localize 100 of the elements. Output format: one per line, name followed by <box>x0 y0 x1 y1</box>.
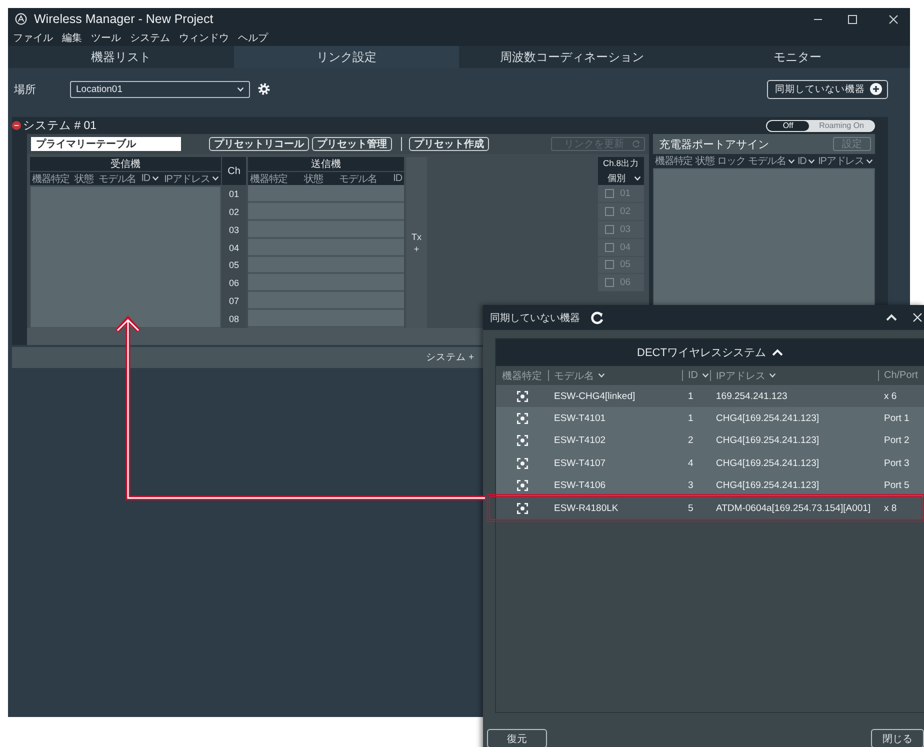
location-dropdown[interactable]: Location01 <box>70 80 250 98</box>
column-group-header: Ch.8出力 <box>603 158 639 170</box>
identify-icon[interactable] <box>516 480 528 492</box>
maximize-icon[interactable] <box>848 14 857 24</box>
location-label: 場所 <box>14 82 37 96</box>
add-system-button[interactable]: システム + <box>426 351 474 364</box>
refresh-icon[interactable] <box>590 310 604 324</box>
checkbox[interactable] <box>605 224 614 234</box>
preset-button[interactable]: プリセット管理 <box>312 137 392 151</box>
table-cell-text: ESW-T4107 <box>553 458 607 469</box>
chevron-down-icon <box>788 158 795 164</box>
column-header: 機器特定 <box>655 154 693 168</box>
column-header: 機器特定 <box>501 370 543 381</box>
plus-circle-icon <box>870 83 882 95</box>
column-group-header: Ch <box>222 157 246 185</box>
checkbox[interactable] <box>605 260 614 270</box>
panel-title: 充電器ポートアサイン <box>659 138 769 152</box>
checkbox[interactable] <box>605 206 614 216</box>
collapse-icon[interactable] <box>12 121 21 130</box>
group-title: DECTワイヤレスシステム <box>637 346 766 360</box>
tab[interactable]: 周波数コーディネーション <box>459 46 684 68</box>
column-header[interactable]: ID <box>682 370 710 381</box>
table-cell-text: 4 <box>687 458 694 469</box>
menu-item[interactable]: ウィンドウ <box>179 31 229 45</box>
toggle-option[interactable]: Off <box>767 120 810 130</box>
table-name-field[interactable]: プライマリーテーブル <box>31 137 181 151</box>
column-group-header: 受信機 <box>30 157 221 171</box>
device-row[interactable]: ESW-T4102 2 CHG4[169.254.241.123] Port 2 <box>496 430 924 452</box>
column-group-header: 送信機 <box>248 157 404 171</box>
identify-icon[interactable] <box>516 502 528 514</box>
menu-item[interactable]: 編集 <box>62 31 82 45</box>
identify-icon[interactable] <box>516 435 528 446</box>
chevron-up-icon[interactable] <box>772 349 783 356</box>
column-header: 機器特定 <box>250 172 288 186</box>
device-row[interactable]: ESW-T4107 4 CHG4[169.254.241.123] Port 3 <box>496 452 924 475</box>
identify-icon[interactable] <box>516 390 528 402</box>
unsynced-devices-button[interactable]: 同期していない機器 <box>767 80 888 98</box>
chevron-down-icon <box>237 86 244 92</box>
table-cell-text: 1 <box>687 413 694 424</box>
device-row[interactable]: ESW-T4101 1 CHG4[169.254.241.123] Port 1 <box>496 407 924 430</box>
output-mode-dropdown[interactable]: 個別 <box>602 172 640 184</box>
checkbox[interactable] <box>605 242 614 252</box>
chevron-down-icon <box>212 176 219 181</box>
add-transmitter-button[interactable]: Tx + <box>406 157 427 328</box>
table-cell-text: ESW-T4102 <box>553 435 607 446</box>
tab[interactable]: リンク設定 <box>234 46 459 68</box>
tab[interactable]: 機器リスト <box>8 46 234 68</box>
identify-icon[interactable] <box>516 458 528 469</box>
device-row[interactable]: ESW-T4106 3 CHG4[169.254.241.123] Port 5 <box>496 474 924 497</box>
table-cell-text: Port 5 <box>883 480 910 492</box>
refresh-icon <box>632 140 640 148</box>
tab[interactable]: モニター <box>684 46 910 68</box>
column-header[interactable]: ID <box>797 156 816 166</box>
preset-button[interactable]: プリセットリコール <box>209 137 309 151</box>
preset-button[interactable]: プリセット作成 <box>409 137 489 151</box>
column-header[interactable]: ID <box>141 173 160 184</box>
close-icon[interactable] <box>913 313 922 322</box>
table-cell-text: ATDM-0604a[169.254.73.154][A001] <box>715 502 872 514</box>
table-cell-text: CHG4[169.254.241.123] <box>715 458 820 469</box>
checkbox[interactable] <box>605 188 614 198</box>
table-cell-text: Port 1 <box>883 413 910 424</box>
column-header: 機器特定 <box>32 172 70 186</box>
table-cell-text: ESW-T4101 <box>553 413 607 424</box>
table-cell-text: 5 <box>687 502 694 514</box>
chevron-down-icon <box>152 176 160 181</box>
table-cell-text: Port 3 <box>883 458 910 469</box>
column-header: 状態 <box>695 154 714 168</box>
close-icon[interactable] <box>889 14 898 24</box>
column-header[interactable]: モデル名 <box>548 370 682 381</box>
checkbox[interactable] <box>605 278 614 288</box>
collapse-icon[interactable] <box>886 314 897 321</box>
column-header[interactable]: モデル名 <box>748 154 795 168</box>
table-cell-text: 1 <box>687 390 694 402</box>
dialog-button[interactable]: 閉じる <box>871 729 924 747</box>
table-cell-text: 169.254.241.123 <box>715 390 788 402</box>
table-cell-text: x 6 <box>883 390 898 402</box>
column-header[interactable]: IPアドレス <box>818 154 873 168</box>
table-cell-text: ESW-R4180LK <box>553 502 620 514</box>
column-header: 状態 <box>304 172 323 186</box>
identify-icon[interactable] <box>516 413 528 424</box>
table-cell-text: x 8 <box>883 502 898 514</box>
menu-item[interactable]: システム <box>130 31 170 45</box>
chevron-down-icon <box>702 373 709 378</box>
menu-item[interactable]: ツール <box>91 31 121 45</box>
column-header: ID <box>393 173 402 184</box>
column-header: 状態 <box>74 172 94 186</box>
chevron-down-icon <box>866 158 873 164</box>
chevron-down-icon <box>598 373 605 378</box>
chevron-down-icon <box>808 158 816 164</box>
column-header[interactable]: IPアドレス <box>710 370 878 381</box>
column-header[interactable]: IPアドレス <box>164 172 219 186</box>
menu-item[interactable]: ヘルプ <box>238 31 268 45</box>
gear-icon[interactable] <box>258 83 270 95</box>
device-row[interactable]: ESW-CHG4[linked] 1 169.254.241.123 x 6 <box>496 385 924 408</box>
chevron-down-icon <box>634 176 640 180</box>
dialog-button[interactable]: 復元 <box>487 729 547 747</box>
table-cell-text: 2 <box>687 435 694 446</box>
menu-item[interactable]: ファイル <box>13 31 53 45</box>
column-header: モデル名 <box>98 172 136 186</box>
dialog-title: 同期していない機器 <box>490 312 580 324</box>
